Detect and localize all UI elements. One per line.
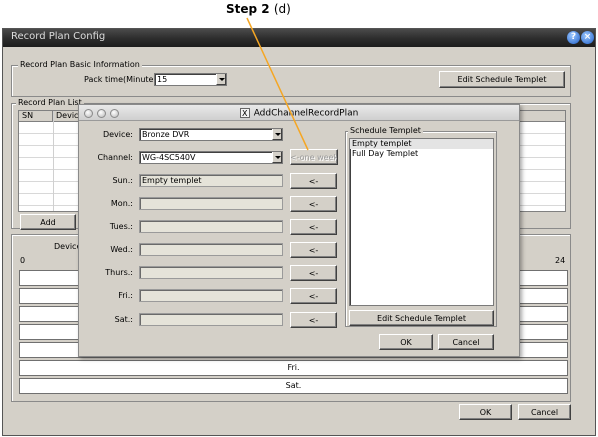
- dialog-edit-schedule-templet-button[interactable]: Edit Schedule Templet: [349, 310, 494, 326]
- schedule-templet-list[interactable]: Empty templet Full Day Templet: [349, 138, 494, 306]
- close-icon[interactable]: ×: [581, 31, 594, 44]
- copy-templet-wed-button[interactable]: <-: [290, 242, 337, 258]
- edit-schedule-templet-button[interactable]: Edit Schedule Templet: [439, 71, 565, 88]
- day-field-thurs[interactable]: [139, 266, 283, 279]
- timeline-row-fri[interactable]: Fri.: [19, 360, 568, 376]
- timeline-row-label: Sat.: [285, 381, 302, 390]
- day-label-wed: Wed.:: [110, 245, 133, 254]
- timeline-scale-start: 0: [20, 256, 26, 265]
- schedule-templet-legend: Schedule Templet: [348, 126, 423, 135]
- add-plan-button[interactable]: Add: [20, 214, 76, 230]
- chevron-down-icon[interactable]: [272, 152, 282, 163]
- device-value: Bronze DVR: [142, 130, 190, 139]
- copy-templet-thurs-button[interactable]: <-: [290, 265, 337, 281]
- day-label-tues: Tues.:: [109, 222, 133, 231]
- day-label-thurs: Thurs.:: [105, 268, 133, 277]
- copy-templet-mon-button[interactable]: <-: [290, 196, 337, 212]
- help-icon[interactable]: ?: [567, 31, 580, 44]
- basic-info-group: Record Plan Basic Information Pack time(…: [11, 60, 571, 97]
- channel-select[interactable]: WG-4SC540V: [139, 151, 283, 164]
- step-sub-label: (d): [273, 2, 291, 16]
- dialog-ok-button[interactable]: OK: [379, 334, 433, 350]
- step-annotation: Step 2 (d): [226, 2, 291, 16]
- day-label-fri: Fri.:: [118, 291, 133, 300]
- ok-button[interactable]: OK: [459, 404, 512, 420]
- day-field-sun[interactable]: Empty templet: [139, 174, 283, 187]
- copy-one-week-button[interactable]: <-one week: [290, 149, 338, 165]
- timeline-scale-end: 24: [555, 256, 566, 265]
- dialog-title-text: AddChannelRecordPlan: [253, 108, 359, 119]
- copy-templet-sun-button[interactable]: <-: [290, 173, 337, 189]
- pack-time-select[interactable]: 15: [154, 73, 227, 86]
- column-header-sn[interactable]: SN: [19, 111, 53, 121]
- device-select[interactable]: Bronze DVR: [139, 128, 283, 141]
- day-label-mon: Mon.:: [110, 199, 133, 208]
- copy-templet-fri-button[interactable]: <-: [290, 288, 337, 304]
- add-channel-record-plan-dialog: X AddChannelRecordPlan Device: Bronze DVR…: [78, 104, 520, 357]
- channel-label: Channel:: [97, 153, 133, 162]
- dialog-titlebar[interactable]: X AddChannelRecordPlan: [79, 105, 519, 121]
- window-title: Record Plan Config: [11, 31, 106, 42]
- templet-list-item[interactable]: Full Day Templet: [350, 149, 493, 159]
- dialog-title: X AddChannelRecordPlan: [79, 108, 519, 119]
- cancel-button[interactable]: Cancel: [518, 404, 571, 420]
- pack-time-value: 15: [157, 75, 168, 84]
- pack-time-label: Pack time(Minute):: [84, 75, 160, 84]
- plan-list-legend: Record Plan List: [16, 98, 84, 107]
- device-label: Device:: [102, 130, 133, 139]
- templet-list-item[interactable]: Empty templet: [350, 139, 493, 149]
- day-field-fri[interactable]: [139, 289, 283, 302]
- day-label-sat: Sat.:: [114, 315, 133, 324]
- channel-value: WG-4SC540V: [142, 153, 196, 162]
- copy-templet-tues-button[interactable]: <-: [290, 219, 337, 235]
- timeline-row-sat[interactable]: Sat.: [19, 378, 568, 394]
- chevron-down-icon[interactable]: [272, 129, 282, 140]
- day-field-sat[interactable]: [139, 313, 283, 326]
- chevron-down-icon[interactable]: [216, 74, 226, 85]
- timeline-row-label: Fri.: [287, 363, 300, 372]
- day-field-tues[interactable]: [139, 220, 283, 233]
- column-divider: [53, 111, 54, 211]
- window-titlebar[interactable]: Record Plan Config ? ×: [3, 29, 595, 47]
- copy-templet-sat-button[interactable]: <-: [290, 312, 337, 328]
- day-field-mon[interactable]: [139, 197, 283, 210]
- day-field-wed[interactable]: [139, 243, 283, 256]
- day-label-sun: Sun.:: [112, 176, 133, 185]
- x11-app-icon: X: [239, 108, 250, 118]
- basic-info-legend: Record Plan Basic Information: [18, 60, 142, 69]
- dialog-cancel-button[interactable]: Cancel: [438, 334, 494, 350]
- step-label: Step 2: [226, 2, 270, 16]
